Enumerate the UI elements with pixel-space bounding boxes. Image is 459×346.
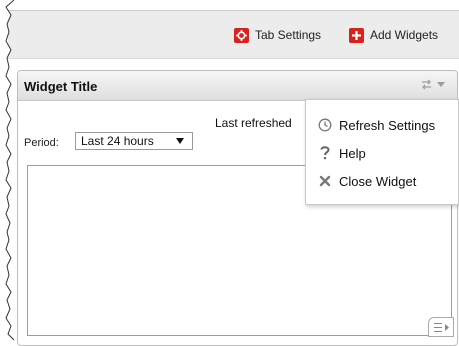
add-widgets-button[interactable]: Add Widgets: [349, 26, 438, 44]
period-select[interactable]: Last 24 hours: [75, 132, 193, 150]
menu-item-refresh-settings[interactable]: Refresh Settings: [306, 112, 458, 138]
widget-options-menu: Refresh Settings Help Close Widget: [305, 99, 459, 205]
widget-title: Widget Title: [24, 79, 98, 94]
period-label: Period:: [24, 137, 59, 149]
tab-settings-button[interactable]: Tab Settings: [234, 26, 321, 44]
add-widgets-label: Add Widgets: [370, 28, 439, 42]
menu-item-help[interactable]: Help: [306, 140, 458, 166]
widget-expand-tab[interactable]: [428, 317, 454, 337]
clock-icon: [318, 118, 332, 132]
refresh-arrows-icon[interactable]: [420, 78, 433, 91]
top-rule: [8, 0, 459, 11]
plus-icon: [349, 27, 364, 43]
expand-lines-icon: [434, 323, 449, 332]
last-refreshed-label: Last refreshed: [215, 116, 292, 130]
widget-header[interactable]: Widget Title: [18, 71, 457, 101]
chevron-down-icon[interactable]: [437, 82, 445, 87]
tab-settings-label: Tab Settings: [255, 28, 322, 42]
period-selected-value: Last 24 hours: [81, 134, 154, 148]
menu-item-label: Refresh Settings: [339, 117, 436, 133]
question-mark-icon: [318, 146, 332, 160]
menu-item-label: Close Widget: [339, 173, 417, 189]
torn-paper-edge: [0, 0, 14, 346]
menu-item-close-widget[interactable]: Close Widget: [306, 168, 458, 194]
menu-item-label: Help: [339, 145, 366, 161]
gear-icon: [234, 27, 249, 43]
caret-down-icon: [176, 138, 184, 144]
page-toolbar: Tab Settings Add Widgets: [8, 11, 459, 59]
close-x-icon: [318, 174, 332, 188]
